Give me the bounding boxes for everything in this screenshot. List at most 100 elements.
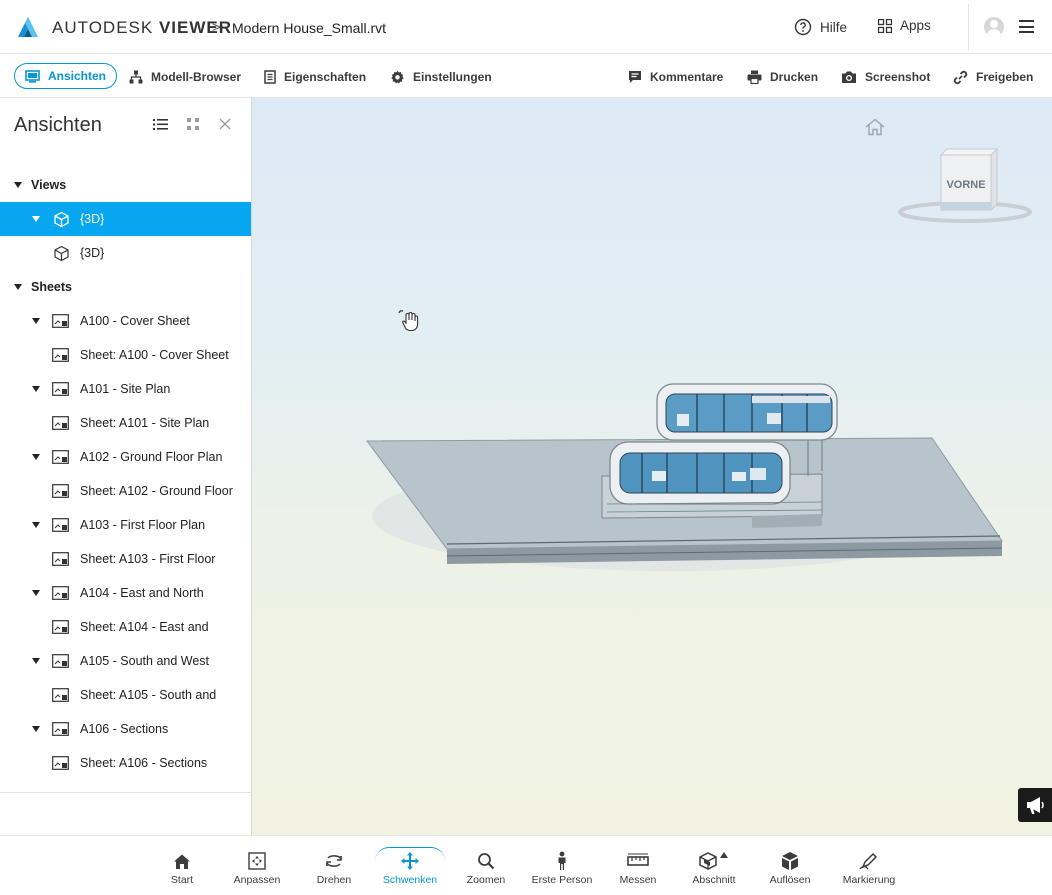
tool-erste-person[interactable]: Erste Person: [522, 850, 602, 886]
model-tree-icon: [129, 70, 143, 84]
document-icon: [264, 70, 276, 84]
tree-item-sheet[interactable]: Sheet: A106 - Sections: [0, 746, 251, 780]
feedback-button[interactable]: [1018, 788, 1052, 822]
apps-button[interactable]: Apps: [878, 18, 931, 33]
tab-modell-browser-label: Modell-Browser: [151, 70, 242, 84]
tool-label: Drehen: [316, 874, 352, 886]
tool-drehen[interactable]: Drehen: [294, 850, 374, 886]
sheet-icon: [52, 552, 69, 566]
breadcrumb-separator: >: [212, 19, 221, 36]
expand-arrow-icon[interactable]: [14, 182, 22, 188]
expand-arrow-icon[interactable]: [14, 284, 22, 290]
tree-item-sheet[interactable]: Sheet: A103 - First Floor: [0, 542, 251, 576]
tree-item-3d-view[interactable]: {3D}: [0, 236, 251, 270]
tree-item-label: Sheet: A101 - Site Plan: [80, 416, 210, 430]
tool-label: Zoomen: [466, 874, 506, 886]
sheet-icon: [52, 654, 69, 668]
share-button[interactable]: Freigeben: [953, 66, 1033, 88]
tab-ansichten[interactable]: Ansichten: [14, 63, 118, 89]
expand-arrow-icon[interactable]: [32, 318, 40, 324]
expand-arrow-icon[interactable]: [32, 658, 40, 664]
expand-arrow-icon[interactable]: [32, 726, 40, 732]
expand-arrow-icon[interactable]: [32, 216, 40, 222]
tree-item-label: A100 - Cover Sheet: [80, 314, 190, 328]
tree-item-sheet[interactable]: A103 - First Floor Plan: [0, 508, 251, 542]
tab-einstellungen[interactable]: Einstellungen: [390, 66, 492, 88]
brand-title: AUTODESK VIEWER: [52, 18, 232, 38]
tool-start[interactable]: Start: [142, 850, 222, 886]
tool-schwenken[interactable]: Schwenken: [370, 850, 450, 886]
tree-group-label: Views: [31, 178, 67, 192]
house-3d-model[interactable]: [352, 376, 1012, 586]
hamburger-menu-icon[interactable]: [1019, 20, 1034, 33]
tool-label: Erste Person: [531, 874, 593, 886]
sheet-icon: [52, 416, 69, 430]
print-button[interactable]: Drucken: [747, 66, 818, 88]
panel-title: Ansichten: [14, 114, 102, 136]
printer-icon: [747, 70, 762, 84]
tool-aufloesen[interactable]: Auflösen: [750, 850, 830, 886]
tree-item-sheet[interactable]: Sheet: A105 - South and: [0, 678, 251, 712]
sheet-icon: [52, 620, 69, 634]
expand-arrow-icon[interactable]: [32, 386, 40, 392]
grid-view-icon[interactable]: [187, 118, 200, 131]
measure-icon: [627, 853, 649, 866]
help-button[interactable]: Hilfe: [794, 18, 847, 36]
viewcube-home-icon[interactable]: [864, 118, 886, 136]
viewcube[interactable]: VORNE: [888, 140, 1038, 230]
sheet-icon: [52, 722, 69, 736]
explode-icon: [782, 852, 798, 870]
tool-messen[interactable]: Messen: [598, 850, 678, 886]
expand-arrow-icon[interactable]: [32, 522, 40, 528]
panel-divider: [0, 792, 251, 793]
sheet-icon: [52, 518, 69, 532]
help-label: Hilfe: [820, 19, 848, 35]
pan-hand-cursor-icon: [398, 310, 419, 332]
comments-button[interactable]: Kommentare: [628, 66, 723, 88]
list-view-icon[interactable]: [153, 118, 168, 131]
comments-label: Kommentare: [650, 70, 724, 84]
close-icon[interactable]: [219, 118, 231, 130]
model-viewport[interactable]: VORNE: [252, 98, 1052, 835]
header-divider: [968, 4, 969, 50]
tree-item-sheet[interactable]: A100 - Cover Sheet: [0, 304, 251, 338]
tree-item-label: Sheet: A102 - Ground Floor: [80, 484, 233, 498]
tool-markierung[interactable]: Markierung: [829, 850, 909, 886]
tree-group-label: Sheets: [31, 280, 72, 294]
tree-item-label: Sheet: A104 - East and: [80, 620, 209, 634]
tab-eigenschaften[interactable]: Eigenschaften: [264, 66, 366, 88]
tool-label: Auflösen: [769, 874, 811, 886]
tree-item-sheet[interactable]: A105 - South and West: [0, 644, 251, 678]
autodesk-logo-icon: [18, 17, 38, 37]
expand-arrow-icon[interactable]: [32, 590, 40, 596]
tree-item-3d-view[interactable]: {3D}: [0, 202, 251, 236]
help-icon: [794, 18, 812, 36]
tree-group-sheets[interactable]: Sheets: [0, 270, 251, 304]
tree-item-sheet[interactable]: Sheet: A100 - Cover Sheet: [0, 338, 251, 372]
tree-item-sheet[interactable]: Sheet: A104 - East and: [0, 610, 251, 644]
screenshot-label: Screenshot: [865, 70, 931, 84]
tree-group-views[interactable]: Views: [0, 168, 251, 202]
tree-item-sheet[interactable]: Sheet: A102 - Ground Floor: [0, 474, 251, 508]
tree-item-sheet[interactable]: Sheet: A101 - Site Plan: [0, 406, 251, 440]
tab-modell-browser[interactable]: Modell-Browser: [129, 66, 241, 88]
tool-anpassen[interactable]: Anpassen: [217, 850, 297, 886]
tree-item-sheet[interactable]: A104 - East and North: [0, 576, 251, 610]
pan-icon: [401, 852, 419, 870]
sheet-icon: [52, 314, 69, 328]
file-name[interactable]: Modern House_Small.rvt: [232, 20, 386, 36]
navigation-toolbar: Start Anpassen Drehen Schwenken Zoomen E…: [0, 835, 1052, 895]
tree-item-sheet[interactable]: A106 - Sections: [0, 712, 251, 746]
tree-item-label: Sheet: A105 - South and: [80, 688, 217, 702]
link-icon: [953, 70, 968, 84]
screenshot-button[interactable]: Screenshot: [841, 66, 930, 88]
tree-item-sheet[interactable]: A102 - Ground Floor Plan: [0, 440, 251, 474]
apps-grid-icon: [878, 18, 892, 33]
tree-item-sheet[interactable]: A101 - Site Plan: [0, 372, 251, 406]
tool-zoomen[interactable]: Zoomen: [446, 850, 526, 886]
tool-abschnitt[interactable]: Abschnitt: [674, 850, 754, 886]
user-avatar[interactable]: [984, 17, 1004, 37]
tab-einstellungen-label: Einstellungen: [413, 70, 492, 84]
expand-arrow-icon[interactable]: [32, 454, 40, 460]
tree-item-label: Sheet: A100 - Cover Sheet: [80, 348, 229, 362]
